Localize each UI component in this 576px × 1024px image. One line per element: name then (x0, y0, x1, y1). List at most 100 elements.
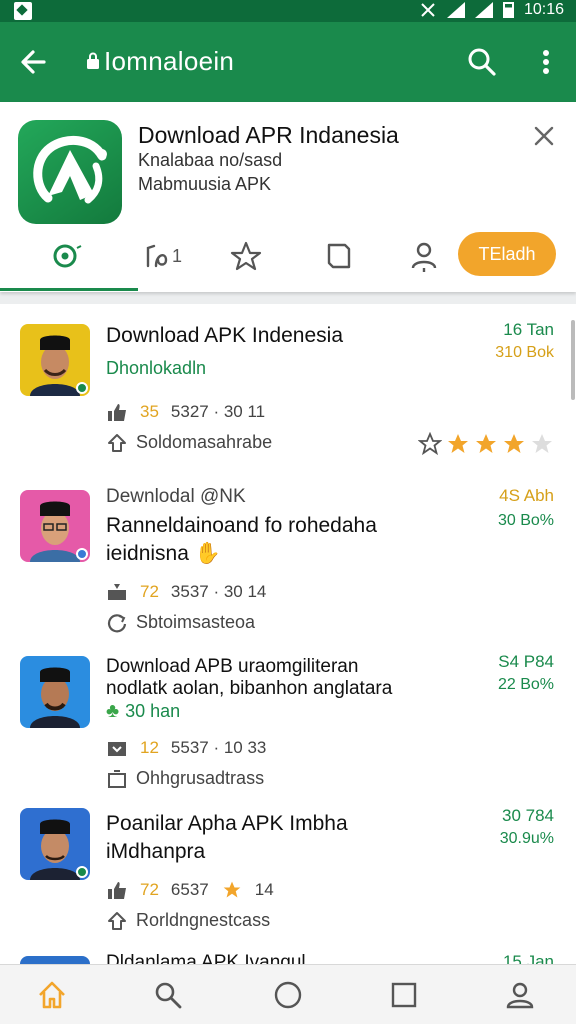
list-item-footer-text: Soldomasahrabe (136, 432, 273, 452)
app-list: Download APK Indenesia Dhonlokadln 35 53… (0, 304, 576, 964)
list-item-stats: 12 5537 · 10 33 (106, 738, 266, 758)
list-item[interactable]: Dewnlodal @NK Ranneldainoand fo rohedaha… (0, 470, 576, 636)
thumbs-up-icon (108, 882, 126, 899)
clock: 10:16 (523, 1, 564, 18)
list-item-badge-text: 30 han (125, 701, 181, 721)
list-item-size: 22 Bo% (497, 676, 554, 693)
list-item-stats: 72 3537 · 30 14 (106, 582, 266, 602)
star-empty-icon (418, 432, 442, 456)
package-icon (108, 769, 126, 788)
list-item-title: Ranneldainoand fo rohedaha (106, 514, 377, 537)
tab-library[interactable] (308, 236, 368, 276)
search-icon[interactable] (464, 44, 500, 80)
list-item[interactable]: Poanilar Apha APK Imbha iMdhanpra 72 653… (0, 794, 576, 944)
avatar (20, 490, 90, 562)
list-item-size: 30.9u% (499, 830, 554, 847)
avatar (20, 956, 90, 964)
star-rating (418, 432, 554, 456)
list-item-stat: 6537 (170, 880, 209, 899)
tab-account[interactable] (394, 236, 454, 276)
close-icon[interactable] (532, 124, 556, 148)
star-filled-icon (504, 434, 524, 453)
list-item-footer: Sbtoimsasteoa (106, 612, 255, 633)
scrollbar[interactable] (571, 320, 575, 400)
list-item-stat: 5537 · 10 33 (170, 738, 267, 757)
status-icons: 10:16 (419, 1, 564, 19)
status-bar: 10:16 (0, 0, 576, 22)
battery-icon (502, 2, 514, 18)
profile-nav-icon[interactable] (504, 979, 536, 1011)
install-button[interactable]: TEladh (458, 232, 556, 276)
thumbs-up-icon (108, 404, 126, 421)
list-item-title: Download APB uraomgiliteran (106, 656, 359, 677)
wifi-icon (446, 2, 465, 18)
list-item-stat-highlight: 12 (140, 738, 159, 757)
list-item-stats: 72 6537 14 (106, 880, 274, 900)
search-nav-icon[interactable] (152, 979, 184, 1011)
avatar (20, 324, 90, 396)
list-item-developer: Dewnlodal @NK (106, 486, 246, 507)
list-item-stat-highlight: 35 (140, 402, 159, 421)
silent-icon (421, 3, 435, 17)
clap-icon: ✋ (194, 542, 221, 565)
list-item-title: Dldanlama APK Ivanqul (106, 952, 306, 964)
user-icon (411, 242, 437, 272)
list-item-size: 310 Bok (495, 344, 554, 361)
list-item-date: 4S Abh (499, 486, 554, 505)
list-item-stat-highlight: 72 (140, 880, 159, 899)
bottom-navigation (0, 964, 576, 1024)
list-item-footer: Soldomasahrabe (106, 432, 272, 453)
square-nav-icon[interactable] (388, 979, 420, 1011)
app-logo[interactable] (18, 120, 122, 224)
overview-icon (53, 244, 82, 268)
list-item-stat-highlight: 72 (140, 582, 159, 601)
star-filled-icon (223, 881, 241, 898)
share-icon (108, 911, 126, 930)
star-filled-icon (448, 434, 468, 453)
list-item-title-line2: nodlatk aolan, bibanhon anglatara (106, 678, 393, 699)
tab-updates-count: 1 (171, 245, 182, 266)
featured-app-category: Mabmuusia APK (138, 174, 272, 194)
home-icon[interactable] (36, 979, 68, 1011)
more-options-icon[interactable] (534, 44, 558, 80)
list-item[interactable]: Dldanlama APK Ivanqul 15 Jan (0, 944, 576, 964)
list-item-title-line2-text: ieidnisna (106, 542, 189, 565)
list-item[interactable]: Download APB uraomgiliteran nodlatk aola… (0, 642, 576, 794)
list-item-stats: 35 5327 · 30 11 (106, 402, 265, 422)
list-item-footer: Rorldngnestcass (106, 910, 270, 931)
verified-badge-icon (76, 382, 88, 394)
list-item-title-line2: ieidnisna ✋ (106, 542, 221, 566)
download-box-icon (108, 742, 126, 756)
list-item-date: 15 Jan (502, 952, 554, 964)
plant-icon: ♣ (106, 700, 120, 722)
featured-app-title: Download APR Indanesia (138, 122, 399, 148)
featured-tabs: 1 TEladh (0, 228, 576, 291)
signal-icon (474, 2, 493, 18)
circle-nav-icon[interactable] (272, 979, 304, 1011)
refresh-icon (146, 244, 168, 268)
bookmark-icon (327, 243, 351, 269)
tab-updates[interactable]: 1 (130, 236, 194, 276)
lock-icon (87, 52, 99, 69)
list-item-date: S4 P84 (498, 652, 554, 671)
back-arrow-icon[interactable] (16, 44, 52, 80)
list-item-badge: ♣ 30 han (106, 700, 180, 723)
star-faded-icon (532, 434, 552, 453)
list-item-title: Poanilar Apha APK Imbha (106, 812, 348, 835)
app-logo-icon (33, 135, 107, 204)
list-item-stat-extra: 14 (254, 880, 274, 899)
list-item-date: 16 Tan (503, 320, 554, 339)
list-item[interactable]: Download APK Indenesia Dhonlokadln 35 53… (0, 304, 576, 470)
verified-badge-icon (76, 548, 88, 560)
list-item-footer-text: Sbtoimsasteoa (136, 612, 256, 632)
download-box-icon (108, 584, 126, 600)
star-outline-icon (230, 241, 262, 271)
list-item-footer: Ohhgrusadtrass (106, 768, 264, 789)
list-item-title-line2: iMdhanpra (106, 840, 206, 863)
list-item-stat: 5327 · 30 11 (170, 402, 266, 421)
verified-badge-icon (76, 866, 88, 878)
tab-overview[interactable] (36, 236, 100, 276)
notification-icon (14, 2, 32, 20)
featured-app-card: Download APR Indanesia Knalabaa no/sasd … (0, 102, 576, 292)
tab-favorites[interactable] (216, 236, 276, 276)
